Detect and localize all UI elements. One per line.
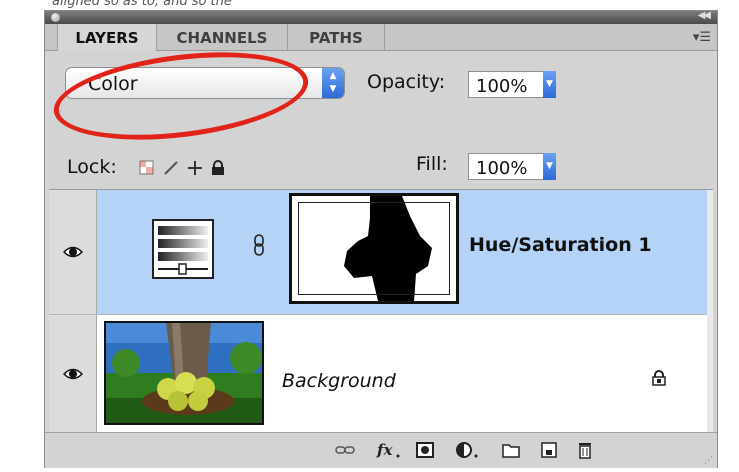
mask-silhouette-icon (344, 196, 432, 301)
select-arrows-icon: ▲ ▼ (322, 68, 344, 98)
lock-brush-icon[interactable] (163, 160, 179, 180)
add-mask-icon[interactable] (415, 441, 435, 459)
adjustment-layer-icon[interactable] (455, 441, 479, 459)
page-caption: aligned so as to, and so the (52, 0, 232, 8)
layers-list: Hue/Saturation 1 Background (49, 189, 713, 433)
layer-row-hue-saturation[interactable]: Hue/Saturation 1 (49, 190, 713, 315)
opacity-field[interactable]: 100% ▼ (468, 71, 556, 98)
fill-label: Fill: (416, 153, 448, 175)
resize-grip-icon[interactable]: ⋰ (704, 456, 713, 466)
opacity-label: Opacity: (367, 71, 446, 93)
tab-channels[interactable]: CHANNELS (157, 24, 288, 50)
link-icon[interactable] (254, 234, 264, 256)
tab-paths[interactable]: PATHS (288, 24, 385, 50)
close-icon[interactable] (51, 13, 60, 22)
background-thumbnail[interactable] (104, 321, 264, 425)
layers-scrollbar[interactable] (707, 190, 713, 433)
hue-saturation-adjustment-icon (152, 219, 214, 279)
fill-value: 100% (476, 158, 528, 179)
lock-move-icon[interactable] (187, 160, 203, 180)
svg-text:fx: fx (376, 441, 393, 459)
panel-bottom-toolbar: fx ⋰ (45, 432, 717, 468)
layer-mask-thumbnail[interactable] (289, 193, 459, 304)
lock-transparent-icon[interactable] (139, 160, 154, 179)
eye-icon (63, 368, 83, 380)
fill-field[interactable]: 100% ▼ (468, 153, 556, 180)
lock-icon (652, 370, 666, 386)
visibility-toggle[interactable] (49, 315, 97, 432)
fx-icon[interactable]: fx (375, 441, 401, 459)
layer-row-background[interactable]: Background (49, 315, 713, 433)
opacity-dropdown-icon[interactable]: ▼ (543, 71, 556, 98)
eye-icon (63, 246, 83, 258)
tab-layers[interactable]: LAYERS (57, 24, 157, 51)
new-group-icon[interactable] (501, 441, 521, 459)
panel-titlebar: ◀◀ (45, 10, 717, 24)
panel-menu-icon[interactable]: ▾☰ (693, 30, 711, 45)
new-layer-icon[interactable] (539, 441, 559, 459)
collapse-icon[interactable]: ◀◀ (698, 10, 711, 21)
link-layers-icon[interactable] (335, 441, 355, 459)
layers-panel: ◀◀ LAYERS CHANNELS PATHS ▾☰ Color ▲ ▼ Opa… (44, 10, 718, 468)
trash-icon[interactable] (575, 441, 595, 459)
layer-name[interactable]: Background (282, 370, 396, 392)
lock-all-icon[interactable] (211, 160, 225, 180)
annotation-ellipse (48, 39, 314, 153)
fill-dropdown-icon[interactable]: ▼ (543, 153, 556, 180)
visibility-toggle[interactable] (49, 190, 97, 314)
opacity-value: 100% (476, 76, 528, 97)
apples-photo-image (106, 323, 262, 423)
layer-name[interactable]: Hue/Saturation 1 (469, 234, 652, 256)
lock-label: Lock: (67, 156, 117, 178)
panel-tabbar: LAYERS CHANNELS PATHS ▾☰ (45, 24, 717, 51)
